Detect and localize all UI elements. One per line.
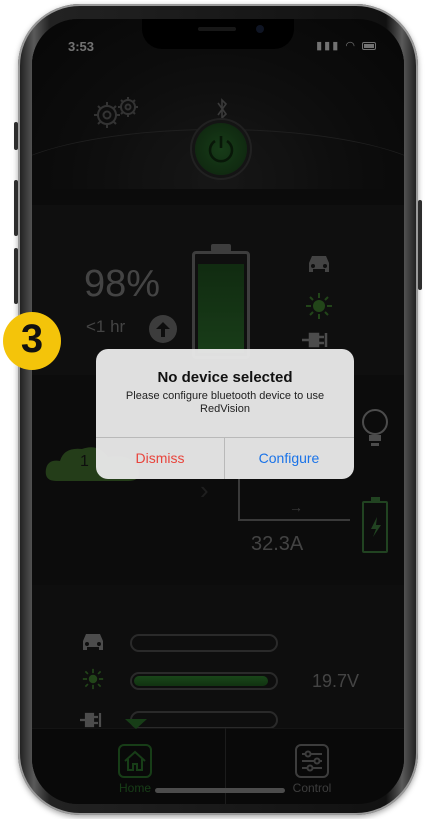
dismiss-button[interactable]: Dismiss bbox=[96, 438, 224, 479]
volume-down-button bbox=[14, 248, 18, 304]
alert-title: No device selected bbox=[157, 369, 293, 386]
alert-message: Please configure bluetooth device to use… bbox=[125, 390, 325, 415]
power-side-button bbox=[418, 200, 422, 290]
no-device-alert: No device selected Please configure blue… bbox=[96, 349, 354, 479]
phone-screen: 3:53 ▮▮▮ ◠ 98% <1 hr 1 › → 32.3A 19.7V H… bbox=[32, 19, 404, 804]
configure-button[interactable]: Configure bbox=[225, 438, 353, 479]
step-number-badge: 3 bbox=[3, 312, 61, 370]
step-number: 3 bbox=[20, 317, 44, 361]
volume-up-button bbox=[14, 180, 18, 236]
mute-switch bbox=[14, 122, 18, 150]
